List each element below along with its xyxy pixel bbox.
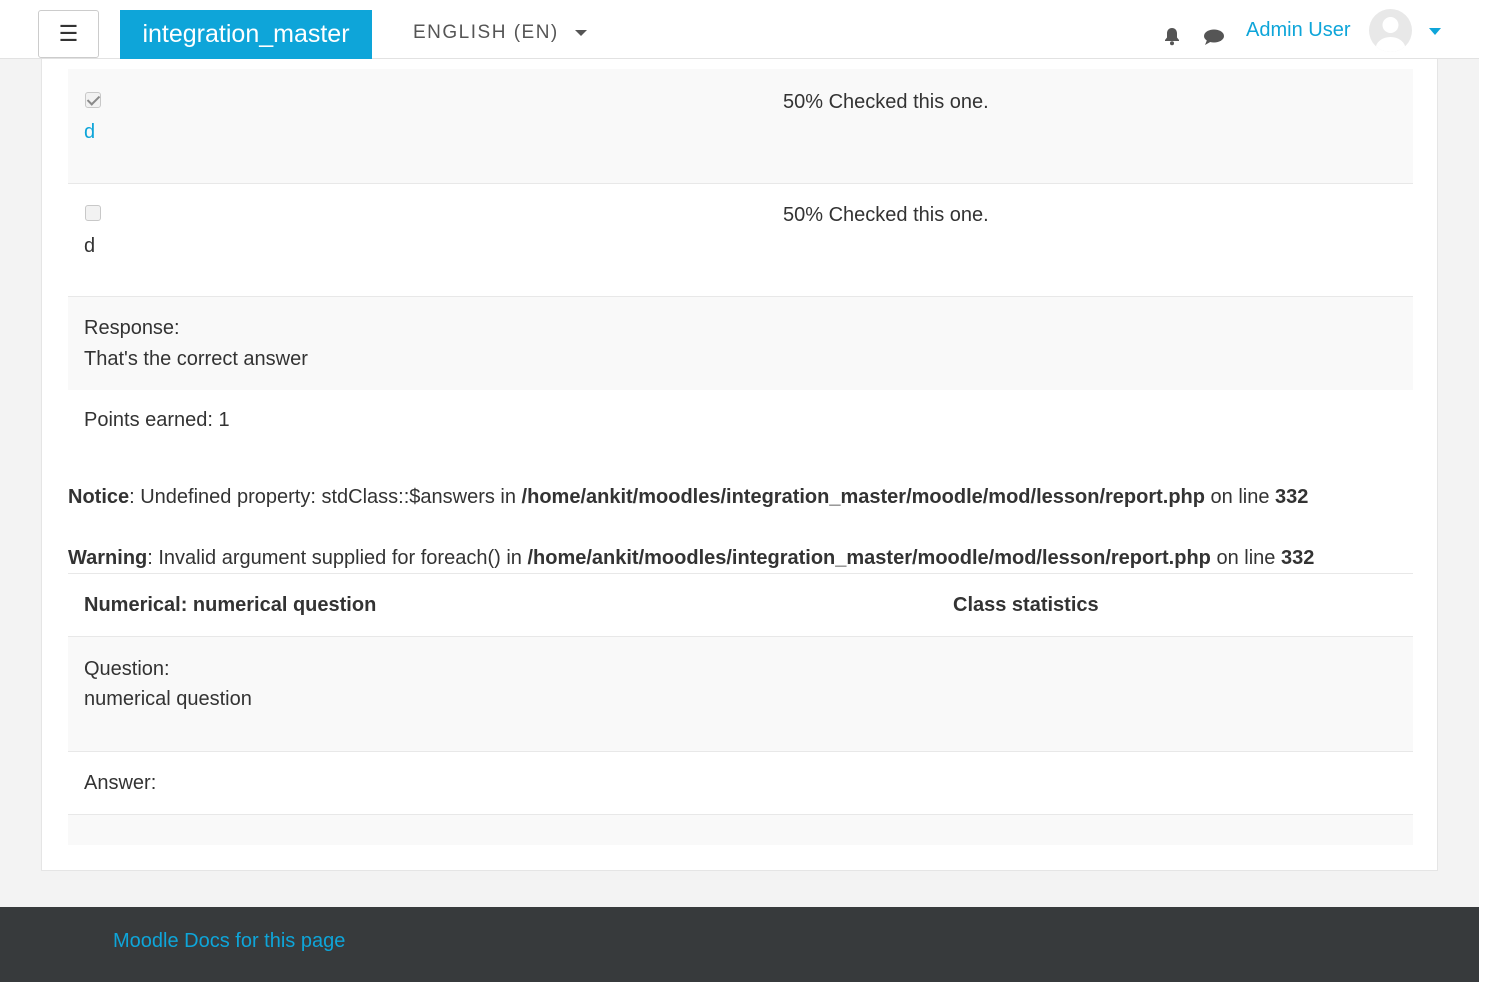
answer-label[interactable]: d (84, 121, 95, 144)
user-menu-name[interactable]: Admin User (1246, 19, 1350, 42)
chat-bubble-icon[interactable] (1203, 28, 1225, 52)
points-earned: Points earned: 1 (84, 409, 230, 431)
response-text: That's the correct answer (84, 348, 308, 370)
notice-message: : Undefined property: stdClass::$answers… (129, 486, 522, 508)
site-brand-link[interactable]: integration_master (120, 10, 372, 59)
answer-statistic: 50% Checked this one. (783, 204, 989, 226)
user-avatar-icon[interactable] (1369, 9, 1412, 52)
warning-path: /home/ankit/moodles/integration_master/m… (527, 547, 1211, 569)
bell-icon[interactable] (1162, 26, 1182, 52)
table-header-row: Numerical: numerical question Class stat… (68, 573, 1413, 637)
notice-path: /home/ankit/moodles/integration_master/m… (521, 486, 1205, 508)
answer-checkbox (85, 92, 101, 108)
menu-toggle-button[interactable]: ☰ (38, 10, 99, 58)
answer-label: d (84, 235, 96, 257)
answer-header-label: Answer: (84, 772, 157, 794)
question-row: Question: numerical question (68, 637, 1413, 751)
answer-checkbox (85, 205, 101, 221)
question-text: numerical question (84, 688, 252, 710)
page-footer: Moodle Docs for this page (0, 907, 1479, 982)
warning-line: 332 (1280, 547, 1315, 569)
points-row: Points earned: 1 (68, 390, 1413, 450)
warning-kind: Warning (68, 547, 148, 569)
class-statistics-header: Class statistics (953, 594, 1099, 616)
answer-row: d 50% Checked this one. (68, 69, 1413, 183)
chevron-down-icon (574, 30, 587, 36)
response-row: Response: That's the correct answer (68, 296, 1413, 390)
php-warning: Warning: Invalid argument supplied for f… (68, 547, 1314, 570)
user-menu-caret-icon[interactable] (1429, 28, 1441, 35)
language-label: ENGLISH (EN) (413, 22, 559, 43)
warning-online: on line (1210, 547, 1281, 569)
php-notice: Notice: Undefined property: stdClass::$a… (68, 486, 1308, 509)
top-navbar: ☰ integration_master ENGLISH (EN) Admin … (0, 0, 1479, 59)
answer-row: d 50% Checked this one. (68, 183, 1413, 297)
report-card: d 50% Checked this one. d 50% Checked th… (41, 59, 1438, 871)
notice-online: on line (1204, 486, 1276, 508)
answer-statistic: 50% Checked this one. (783, 91, 989, 113)
language-menu[interactable]: ENGLISH (EN) (413, 22, 587, 44)
numerical-question-header: Numerical: numerical question (84, 594, 377, 616)
moodle-docs-link[interactable]: Moodle Docs for this page (113, 930, 345, 953)
notice-kind: Notice (68, 486, 130, 508)
notice-line: 332 (1275, 486, 1309, 508)
response-label: Response: (84, 317, 180, 339)
answer-label-row: Answer: (68, 751, 1413, 814)
question-label: Question: (84, 658, 170, 680)
empty-row (68, 814, 1413, 845)
warning-message: : Invalid argument supplied for foreach(… (147, 547, 528, 569)
hamburger-icon: ☰ (58, 21, 79, 46)
scrollbar-track[interactable] (1479, 0, 1489, 982)
